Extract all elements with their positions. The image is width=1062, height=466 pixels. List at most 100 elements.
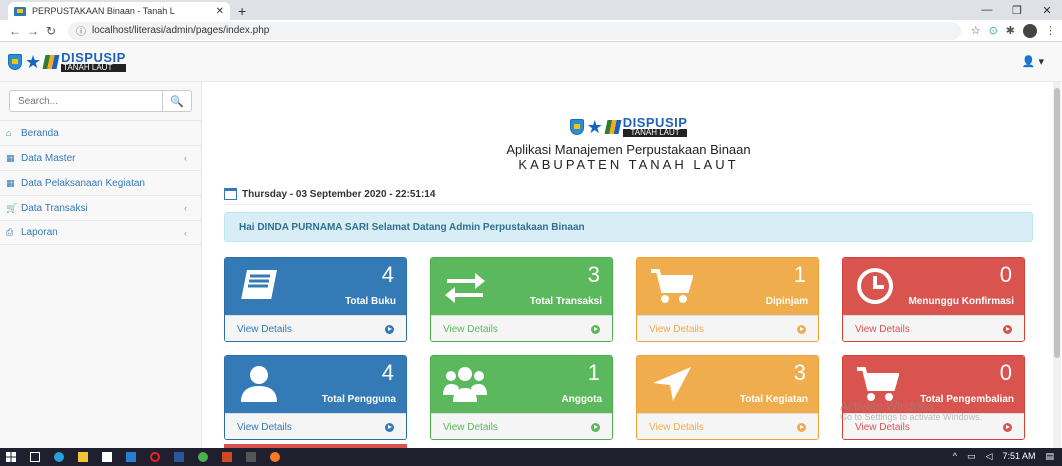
- browser-tabbar: PERPUSTAKAAN Binaan - Tanah L ✕ + — ❐ ✕: [0, 0, 1062, 20]
- search-input[interactable]: [9, 90, 162, 112]
- volume-icon[interactable]: ◁: [986, 451, 993, 462]
- view-details-link[interactable]: View Details: [637, 413, 818, 439]
- arrow-circle-right-icon: [591, 423, 600, 432]
- reload-icon[interactable]: ↻: [42, 24, 60, 38]
- extensions: ☆ ⊙ ✱ ⋮: [971, 23, 1056, 38]
- panel-total-buku: 4 Total Buku View Details: [224, 257, 407, 342]
- windows-taskbar: ^ ▭ ◁ 7:51 AM ▤: [0, 448, 1062, 466]
- word-icon[interactable]: [174, 452, 184, 462]
- info-icon[interactable]: ⓘ: [76, 23, 86, 38]
- new-tab-button[interactable]: +: [238, 3, 246, 19]
- notification-icon[interactable]: ▤: [1045, 451, 1054, 462]
- sidebar-search: 🔍: [9, 90, 192, 112]
- arrow-circle-right-icon: [1003, 325, 1012, 334]
- mail-icon[interactable]: [126, 452, 136, 462]
- panel-label: Menunggu Konfirmasi: [908, 296, 1014, 307]
- brand-logo[interactable]: ★ DISPUSIP TANAH LAUT: [8, 51, 126, 72]
- restore-icon[interactable]: ❐: [1002, 4, 1032, 17]
- page-scrollbar[interactable]: [1053, 82, 1061, 448]
- view-details-link[interactable]: View Details: [431, 413, 612, 439]
- close-window-icon[interactable]: ✕: [1032, 4, 1062, 17]
- panel-count: 0: [999, 262, 1012, 287]
- url-field[interactable]: ⓘ localhost/literasi/admin/pages/index.p…: [68, 21, 961, 40]
- app-icon[interactable]: [246, 452, 256, 462]
- panel-anggota: 1 Anggota View Details: [430, 355, 613, 440]
- panel-label: Anggota: [561, 394, 602, 405]
- task-view-icon[interactable]: [30, 452, 40, 462]
- network-icon[interactable]: ▭: [967, 451, 976, 462]
- chrome-icon[interactable]: [198, 452, 208, 462]
- bookmark-star-icon[interactable]: ☆: [971, 24, 981, 37]
- sidebar-item-data-pelaksanaan[interactable]: ▦ Data Pelaksanaan Kegiatan: [0, 170, 201, 195]
- browser-menu-icon[interactable]: ⋮: [1045, 24, 1056, 37]
- xampp-icon[interactable]: [270, 452, 280, 462]
- url-text: localhost/literasi/admin/pages/index.php: [92, 25, 270, 36]
- edge-icon[interactable]: [54, 452, 64, 462]
- sidebar-item-data-master[interactable]: ▦ Data Master ‹: [0, 145, 201, 170]
- search-icon: 🔍: [170, 95, 184, 108]
- user-icon: [241, 366, 277, 402]
- panel-total-pengembalian: 0 Total Pengembalian View Details: [842, 355, 1025, 440]
- browser-tab[interactable]: PERPUSTAKAAN Binaan - Tanah L ✕: [8, 2, 230, 20]
- store-icon[interactable]: [102, 452, 112, 462]
- chevron-left-icon: ‹: [184, 227, 187, 238]
- panel-count: 3: [587, 262, 600, 287]
- sidebar-item-beranda[interactable]: ⌂ Beranda: [0, 120, 201, 145]
- puzzle-icon[interactable]: ✱: [1006, 24, 1015, 37]
- shield-icon: [8, 53, 22, 70]
- sidebar-item-label: Data Pelaksanaan Kegiatan: [21, 177, 145, 189]
- stat-panels: 4 Total Buku View Details 3 Total Transa…: [224, 257, 1033, 440]
- system-tray: ^ ▭ ◁ 7:51 AM ▤: [953, 451, 1054, 462]
- scrollbar-thumb[interactable]: [1054, 88, 1060, 358]
- search-button[interactable]: 🔍: [162, 90, 192, 112]
- user-menu[interactable]: 👤 ▾: [1022, 55, 1044, 68]
- star-icon: ★: [586, 116, 603, 137]
- table-icon: ▦: [6, 177, 15, 188]
- extension-icon[interactable]: ⊙: [989, 24, 998, 37]
- view-details-link[interactable]: View Details: [431, 315, 612, 341]
- print-icon: ⎙: [6, 227, 14, 237]
- back-icon[interactable]: ←: [6, 24, 24, 38]
- books-icon: [42, 54, 60, 69]
- panel-label: Total Kegiatan: [739, 394, 808, 405]
- window-controls: — ❐ ✕: [972, 0, 1062, 20]
- panel-count: 1: [587, 360, 600, 385]
- sidebar: 🔍 ⌂ Beranda ▦ Data Master ‹ ▦ Data Pelak…: [0, 82, 202, 448]
- powerpoint-icon[interactable]: [222, 452, 232, 462]
- opera-icon[interactable]: [150, 452, 160, 462]
- cart-icon: 🛒: [6, 202, 18, 213]
- panel-label: Total Pengguna: [321, 394, 396, 405]
- tray-chevron-icon[interactable]: ^: [953, 451, 957, 462]
- windows-start-icon[interactable]: [6, 452, 16, 462]
- sidebar-item-data-transaksi[interactable]: 🛒 Data Transaksi ‹: [0, 195, 201, 220]
- panel-label: Total Transaksi: [529, 296, 602, 307]
- cart-icon: [857, 367, 899, 401]
- page-header: ★ DISPUSIP TANAH LAUT Aplikasi Manajemen…: [224, 116, 1033, 172]
- view-details-link[interactable]: View Details: [637, 315, 818, 341]
- location-arrow-icon: [653, 367, 691, 401]
- file-explorer-icon[interactable]: [78, 452, 88, 462]
- sidebar-item-label: Beranda: [21, 127, 59, 139]
- books-icon: [604, 119, 622, 134]
- clock-time[interactable]: 7:51 AM: [1002, 451, 1035, 462]
- minimize-icon[interactable]: —: [972, 4, 1002, 16]
- cart-icon: [651, 269, 693, 303]
- view-details-link[interactable]: View Details: [225, 413, 406, 439]
- sidebar-item-laporan[interactable]: ⎙ Laporan ‹: [0, 220, 201, 245]
- table-icon: ▦: [6, 152, 15, 163]
- datetime-text: Thursday - 03 September 2020 - 22:51:14: [242, 188, 436, 200]
- arrow-circle-right-icon: [385, 325, 394, 334]
- profile-avatar[interactable]: [1023, 23, 1037, 38]
- forward-icon[interactable]: →: [24, 24, 42, 38]
- calendar-icon: [224, 188, 237, 200]
- view-details-link[interactable]: View Details: [843, 315, 1024, 341]
- sidebar-item-label: Data Master: [21, 152, 76, 164]
- address-bar: ← → ↻ ⓘ localhost/literasi/admin/pages/i…: [0, 20, 1062, 42]
- page-title: Aplikasi Manajemen Perpustakaan Binaan: [506, 142, 751, 157]
- tab-close-icon[interactable]: ✕: [216, 6, 224, 17]
- arrow-circle-right-icon: [797, 325, 806, 334]
- view-details-link[interactable]: View Details: [843, 413, 1024, 439]
- panel-count: 1: [793, 262, 806, 287]
- arrow-circle-right-icon: [591, 325, 600, 334]
- view-details-link[interactable]: View Details: [225, 315, 406, 341]
